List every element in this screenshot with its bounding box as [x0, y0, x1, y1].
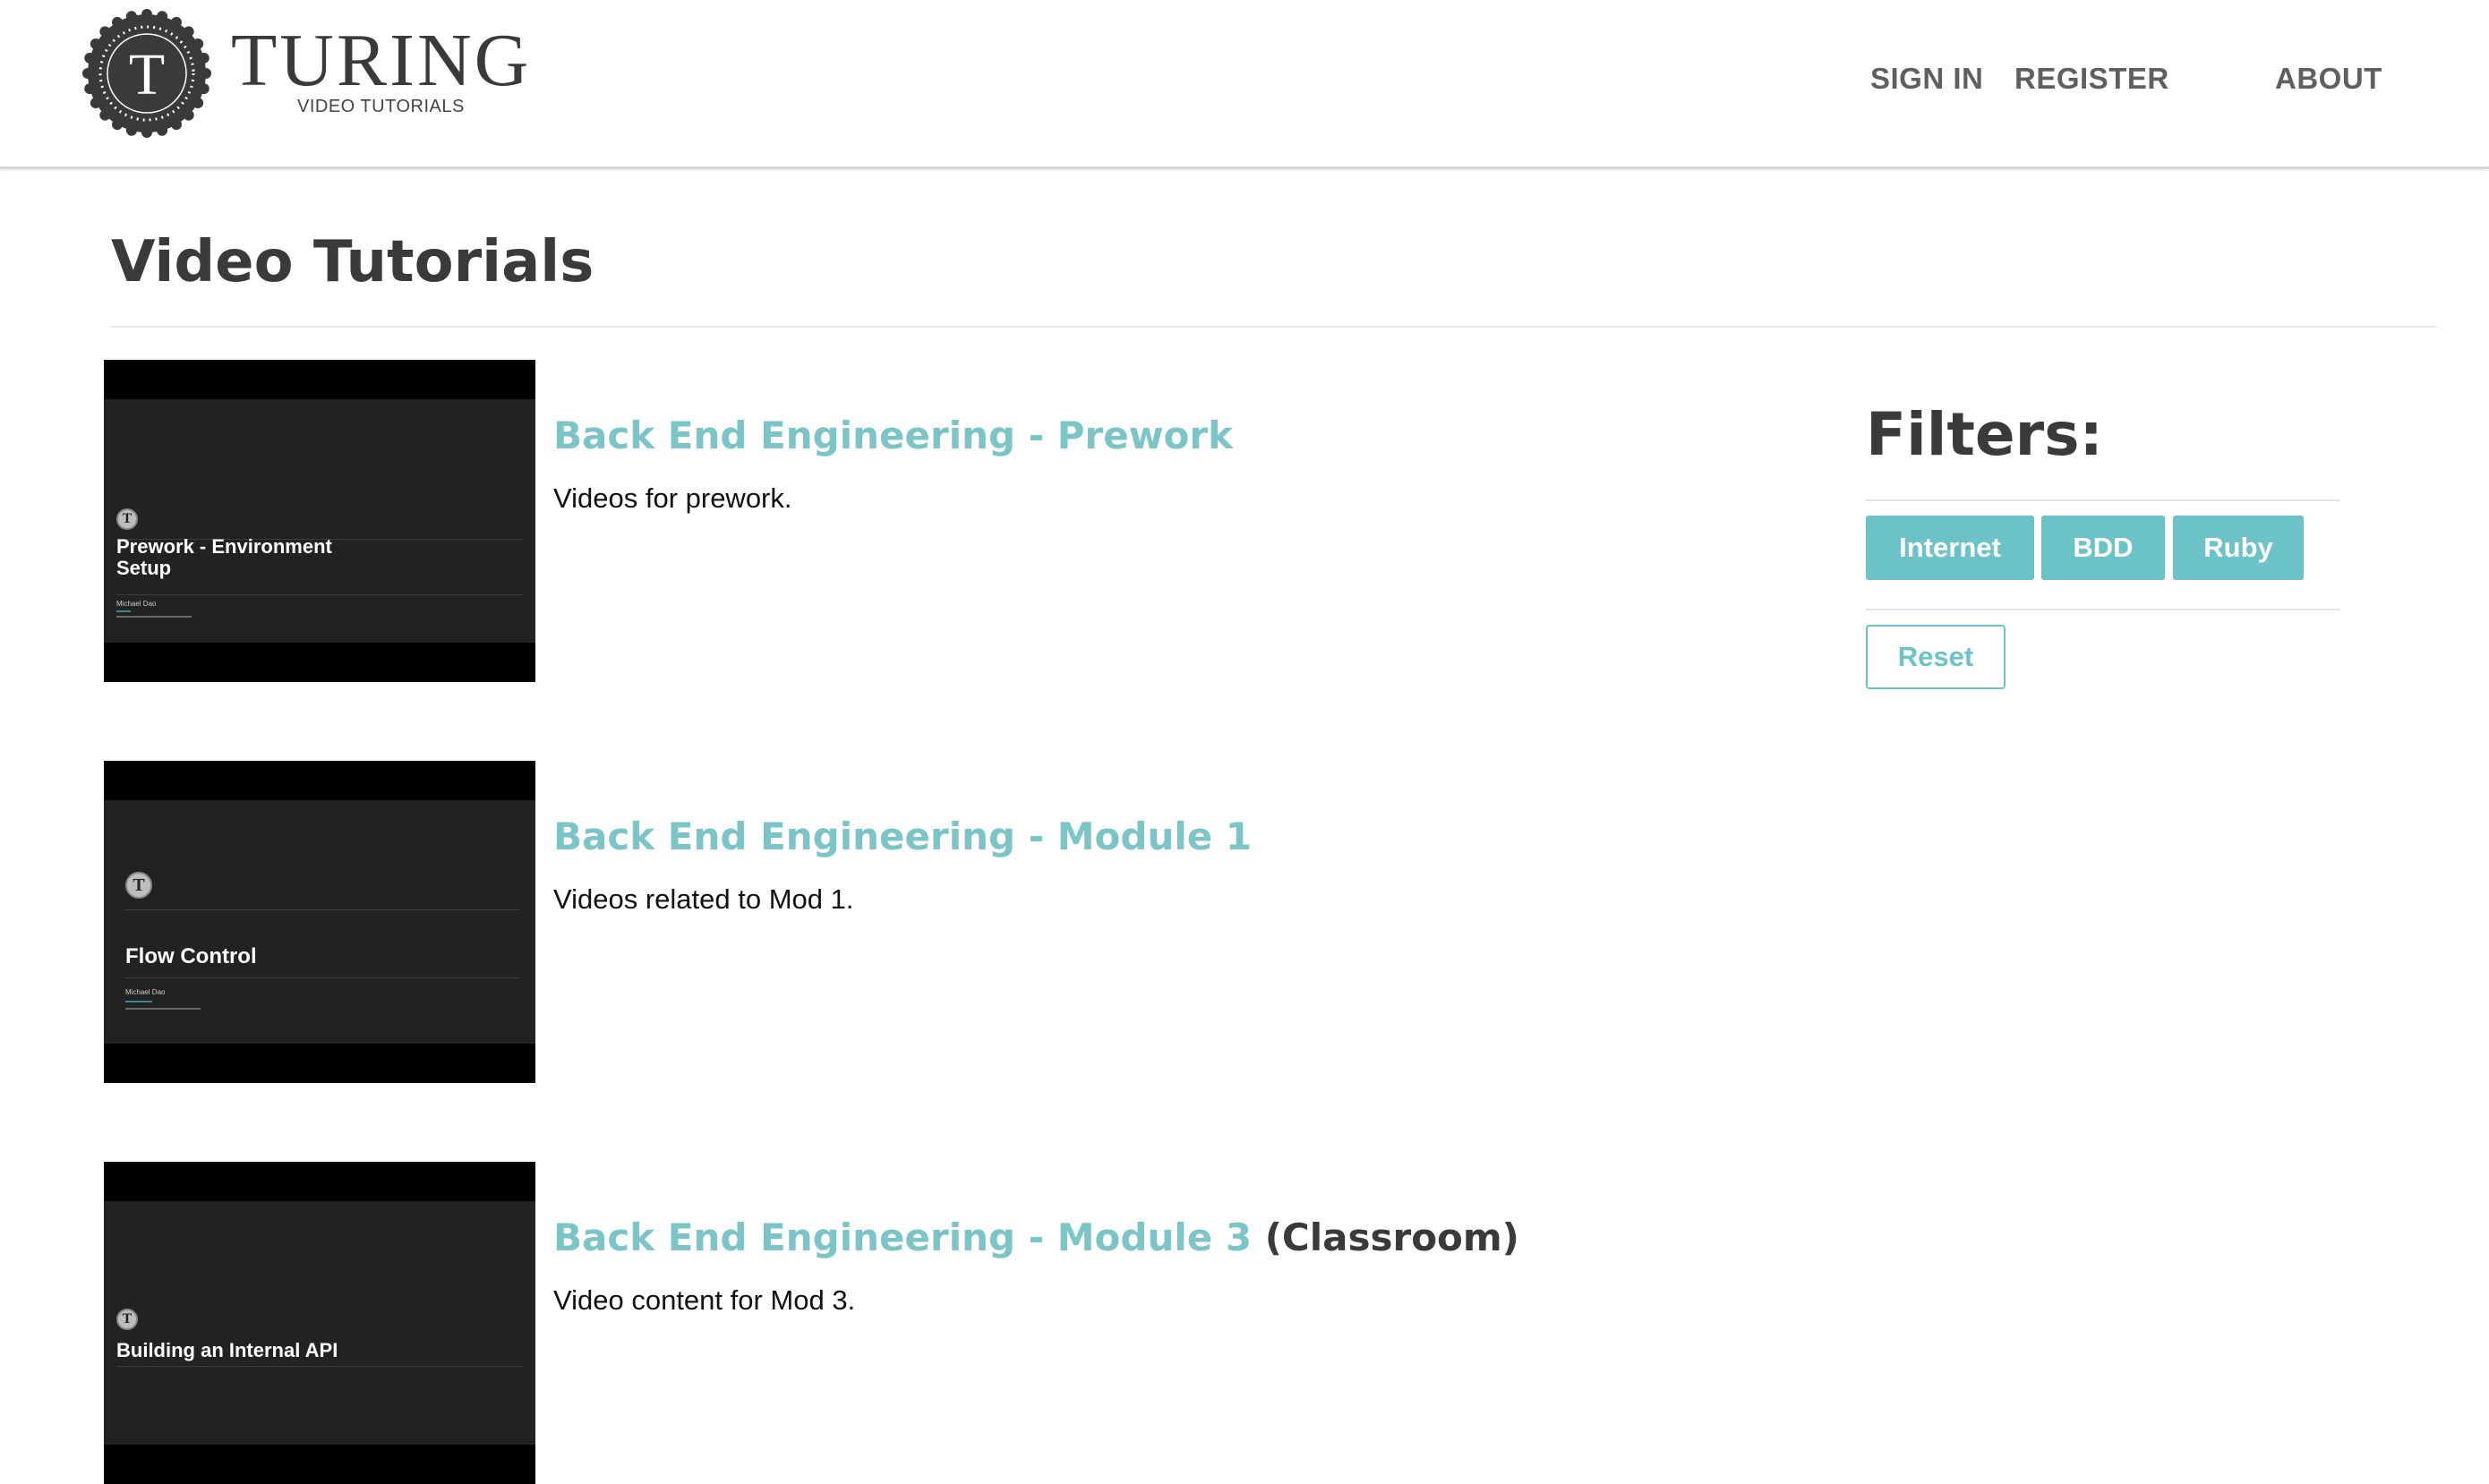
filters-divider: [1866, 499, 2340, 501]
slide-divider: [116, 1366, 524, 1367]
video-thumbnail-module-3[interactable]: T Building an Internal API: [104, 1162, 535, 1484]
video-thumbnail-module-1[interactable]: T Flow Control Michael Dao: [104, 761, 535, 1083]
thumbnail-slide: T Building an Internal API: [104, 1201, 535, 1445]
slide-logo-icon: T: [125, 872, 152, 899]
thumbnail-slide: T Flow Control Michael Dao: [104, 800, 535, 1044]
video-title: Back End Engineering - Module 3 (Classro…: [553, 1214, 1519, 1262]
slide-author: Michael Dao: [116, 600, 157, 608]
slide-logo-icon: T: [116, 508, 138, 530]
reset-filters-button[interactable]: Reset: [1866, 625, 2006, 689]
slide-meta-line: [116, 616, 192, 618]
about-link[interactable]: ABOUT: [2275, 61, 2382, 97]
slide-meta-line: [116, 610, 131, 612]
thumbnail-slide: T Prework - Environment Setup Michael Da…: [104, 399, 535, 643]
video-title-link-module-1[interactable]: Back End Engineering - Module 1: [553, 814, 1252, 858]
slide-meta-line: [125, 1001, 152, 1002]
site-header: T TURING VIDEO TUTORIALS SIGN IN REGISTE…: [0, 0, 2489, 169]
video-title-note: (Classroom): [1264, 1215, 1519, 1259]
video-description: Videos for prework.: [553, 482, 792, 514]
slide-meta-line: [125, 1008, 201, 1010]
svg-text:T: T: [129, 42, 165, 107]
filter-tag-ruby[interactable]: Ruby: [2173, 516, 2304, 580]
slide-divider: [116, 594, 524, 595]
filter-tag-internet[interactable]: Internet: [1866, 516, 2034, 580]
video-title-link-module-3[interactable]: Back End Engineering - Module 3: [553, 1215, 1252, 1259]
slide-logo-icon: T: [116, 1309, 138, 1330]
slide-divider: [125, 909, 519, 910]
video-title: Back End Engineering - Prework: [553, 412, 1233, 460]
register-link[interactable]: REGISTER: [2014, 61, 2169, 97]
video-title-link-prework[interactable]: Back End Engineering - Prework: [553, 414, 1233, 457]
slide-divider: [125, 977, 519, 978]
slide-title-line-1: Building an Internal API: [116, 1339, 338, 1361]
brand-subtitle: VIDEO TUTORIALS: [297, 97, 465, 116]
video-description: Video content for Mod 3.: [553, 1284, 856, 1316]
slide-author: Michael Dao: [125, 988, 166, 996]
title-divider: [111, 326, 2436, 328]
turing-logo-icon[interactable]: T: [82, 9, 211, 138]
page-title: Video Tutorials: [111, 229, 594, 295]
filters-divider: [1866, 609, 2340, 610]
filters-title: Filters:: [1866, 400, 2103, 469]
slide-title-line-1: Flow Control: [125, 944, 257, 968]
video-description: Videos related to Mod 1.: [553, 883, 854, 915]
video-thumbnail-prework[interactable]: T Prework - Environment Setup Michael Da…: [104, 360, 535, 682]
sign-in-link[interactable]: SIGN IN: [1870, 61, 1983, 97]
filter-tag-bdd[interactable]: BDD: [2041, 516, 2165, 580]
slide-title-line-2: Setup: [116, 557, 172, 579]
slide-title-line-1: Prework - Environment: [116, 535, 332, 558]
brand-name[interactable]: TURING: [231, 16, 531, 106]
video-title: Back End Engineering - Module 1: [553, 813, 1252, 861]
